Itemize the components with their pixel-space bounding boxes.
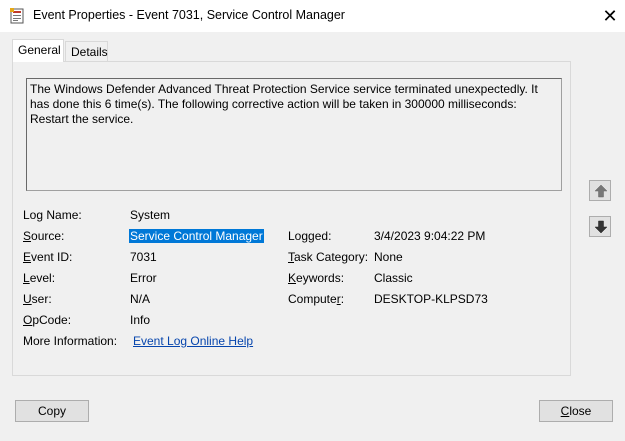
event-viewer-icon: [10, 8, 24, 24]
title-bar: Event Properties - Event 7031, Service C…: [0, 0, 625, 32]
close-icon[interactable]: ✕: [600, 6, 620, 26]
event-id-value[interactable]: 7031: [130, 250, 157, 264]
tab-general[interactable]: General: [12, 39, 64, 62]
logged-label: Logged:: [288, 229, 332, 243]
copy-button[interactable]: Copy: [15, 400, 89, 422]
keywords-label: Keywords:: [288, 271, 345, 285]
task-category-label: Task Category:: [288, 250, 369, 264]
level-value[interactable]: Error: [130, 271, 157, 285]
user-label: User:: [23, 292, 52, 306]
close-button[interactable]: Close: [539, 400, 613, 422]
logged-value[interactable]: 3/4/2023 9:04:22 PM: [374, 229, 485, 243]
next-event-button[interactable]: [589, 216, 611, 237]
previous-event-button[interactable]: [589, 180, 611, 201]
window-title: Event Properties - Event 7031, Service C…: [33, 8, 345, 22]
source-value[interactable]: Service Control Manager: [129, 229, 264, 243]
source-label: Source:: [23, 229, 65, 243]
log-name-value[interactable]: System: [130, 208, 170, 222]
more-information-label: More Information:: [23, 334, 118, 348]
computer-label: Computer:: [288, 292, 345, 306]
event-description[interactable]: The Windows Defender Advanced Threat Pro…: [26, 78, 562, 191]
log-name-label: Log Name:: [23, 208, 82, 222]
user-value[interactable]: N/A: [130, 292, 150, 306]
task-category-value[interactable]: None: [374, 250, 403, 264]
computer-value[interactable]: DESKTOP-KLPSD73: [374, 292, 488, 306]
event-log-online-help-link[interactable]: Event Log Online Help: [133, 334, 253, 348]
tab-details[interactable]: Details: [65, 41, 108, 61]
opcode-label: OpCode:: [23, 313, 72, 327]
opcode-value[interactable]: Info: [130, 313, 150, 327]
general-panel: The Windows Defender Advanced Threat Pro…: [12, 61, 571, 376]
level-label: Level:: [23, 271, 56, 285]
keywords-value[interactable]: Classic: [374, 271, 413, 285]
event-id-label: Event ID:: [23, 250, 73, 264]
